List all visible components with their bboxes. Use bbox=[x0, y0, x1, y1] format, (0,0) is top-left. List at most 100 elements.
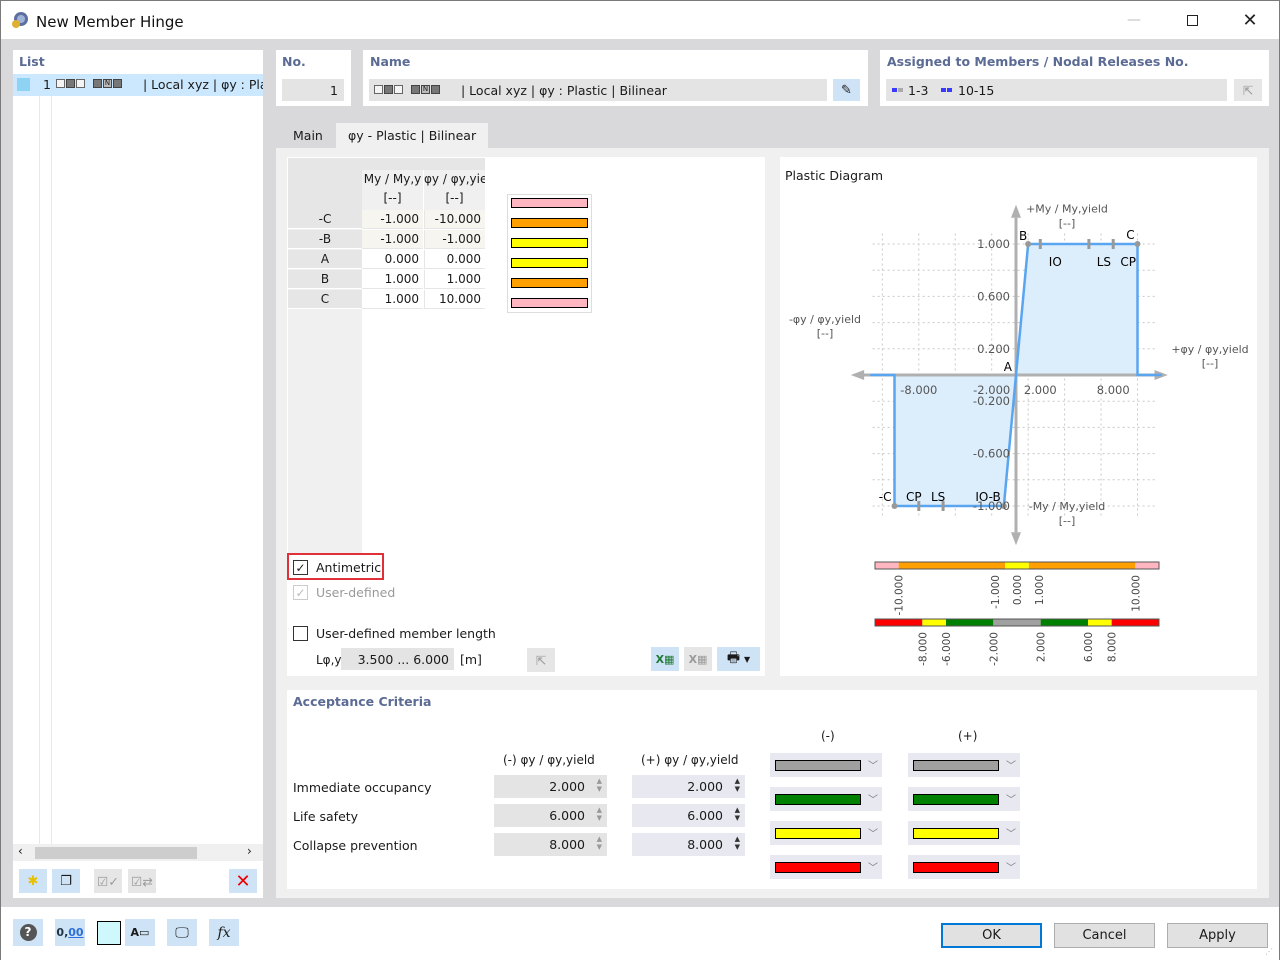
cell-rotation[interactable]: -10.000 bbox=[424, 210, 485, 229]
color-neg-dropdown[interactable]: ﹀ bbox=[770, 787, 882, 811]
criterion-neg-spinner[interactable]: 8.000 ▲ ▼ bbox=[494, 833, 607, 856]
color-pos-dropdown[interactable]: ﹀ bbox=[908, 821, 1020, 845]
chevron-down-icon: ﹀ bbox=[868, 829, 878, 840]
cell-moment[interactable]: -1.000 bbox=[362, 230, 423, 249]
x-axis-unit-neg: [--] bbox=[817, 327, 834, 340]
title-bar: New Member Hinge — ✕ bbox=[1, 1, 1279, 39]
help-button[interactable]: ? bbox=[13, 919, 43, 946]
row-header[interactable]: -B bbox=[288, 230, 362, 249]
row-header[interactable]: A bbox=[288, 250, 362, 269]
col-neg-header: (-) φy / φy,yield bbox=[503, 753, 595, 767]
cell-moment[interactable]: 1.000 bbox=[362, 270, 423, 289]
assigned-members-field[interactable]: 1-3 10-15 bbox=[886, 79, 1227, 101]
length-field[interactable]: 3.500 ... 6.000 bbox=[341, 648, 454, 670]
color-pos-dropdown[interactable]: ﹀ bbox=[908, 753, 1020, 777]
scrollbar-thumb[interactable] bbox=[35, 847, 197, 859]
chevron-down-icon: ﹀ bbox=[868, 795, 878, 806]
view-button[interactable]: 🖵 bbox=[167, 919, 197, 946]
cell-rotation[interactable]: 1.000 bbox=[424, 270, 485, 289]
criterion-neg-spinner[interactable]: 2.000 ▲ ▼ bbox=[494, 775, 607, 798]
length-unit: [m] bbox=[460, 652, 482, 667]
spinner-value: 8.000 bbox=[687, 837, 723, 852]
y-tick-label: 0.200 bbox=[977, 342, 1010, 356]
cell-rotation[interactable]: 0.000 bbox=[424, 250, 485, 269]
scroll-right-icon[interactable]: › bbox=[247, 844, 252, 858]
cell-rotation[interactable]: -1.000 bbox=[424, 230, 485, 249]
name-field[interactable]: N | Local xyz | φy : Plastic | Bilinear bbox=[369, 79, 827, 101]
maximize-button[interactable] bbox=[1163, 1, 1221, 39]
invert-check-icon: ☑⇄ bbox=[131, 873, 153, 889]
cell-moment[interactable]: 1.000 bbox=[362, 290, 423, 309]
member-length-checkbox[interactable] bbox=[293, 626, 308, 641]
color-pos-dropdown[interactable]: ﹀ bbox=[908, 855, 1020, 879]
invert-selection-button[interactable]: ☑⇄ bbox=[128, 869, 156, 893]
check-all-icon: ☑✓ bbox=[97, 873, 119, 889]
cell-rotation[interactable]: 10.000 bbox=[424, 290, 485, 309]
export-excel-button[interactable]: X▦ bbox=[651, 647, 679, 671]
assigned-entry: 1-3 bbox=[908, 83, 929, 98]
list-item[interactable]: 1 N | Local xyz | φy : Plast bbox=[13, 74, 263, 96]
horizontal-scrollbar[interactable]: ‹ › bbox=[13, 844, 263, 861]
row-header[interactable]: -C bbox=[288, 210, 362, 229]
row-header[interactable]: C bbox=[288, 290, 362, 309]
color-pos-dropdown[interactable]: ﹀ bbox=[908, 787, 1020, 811]
color-neg-dropdown[interactable]: ﹀ bbox=[770, 821, 882, 845]
cell-moment[interactable]: 0.000 bbox=[362, 250, 423, 269]
import-excel-button[interactable]: X▦ bbox=[684, 647, 712, 671]
criterion-label: IO bbox=[1049, 255, 1062, 269]
spinner-arrows-icon[interactable]: ▲ ▼ bbox=[735, 777, 740, 793]
criterion-label: Life safety bbox=[293, 809, 359, 824]
column-header-moment[interactable]: My / My,y [--] bbox=[362, 170, 423, 210]
pick-cursor-icon: ⇱ bbox=[535, 652, 547, 668]
criterion-neg-spinner[interactable]: 6.000 ▲ ▼ bbox=[494, 804, 607, 827]
units-button[interactable]: 0,00 bbox=[55, 919, 85, 946]
edit-name-button[interactable]: ✎ bbox=[833, 79, 860, 101]
antimetric-checkbox[interactable]: ✓ bbox=[293, 560, 308, 575]
minimize-button[interactable]: — bbox=[1105, 1, 1163, 39]
criterion-pos-spinner[interactable]: 8.000 ▲ ▼ bbox=[632, 833, 745, 856]
formula-button[interactable]: fx bbox=[209, 919, 239, 946]
apply-button[interactable]: Apply bbox=[1167, 923, 1268, 948]
spinner-arrows-icon[interactable]: ▲ ▼ bbox=[597, 806, 602, 822]
print-button[interactable]: 🖶 ▼ bbox=[717, 647, 760, 671]
criterion-pos-spinner[interactable]: 6.000 ▲ ▼ bbox=[632, 804, 745, 827]
release-symbols-icon: N bbox=[56, 79, 122, 88]
monitor-icon: 🖵 bbox=[175, 924, 189, 941]
top-legend-label: 10.000 bbox=[1130, 575, 1142, 612]
close-button[interactable]: ✕ bbox=[1221, 1, 1279, 39]
pick-length-button[interactable]: ⇱ bbox=[527, 648, 555, 672]
spinner-arrows-icon[interactable]: ▲ ▼ bbox=[735, 835, 740, 851]
segment-color-swatch bbox=[511, 258, 588, 268]
y-tick-label: 0.600 bbox=[977, 289, 1010, 303]
cell-moment[interactable]: -1.000 bbox=[362, 210, 423, 229]
help-icon: ? bbox=[19, 924, 37, 941]
pick-members-button[interactable]: ⇱ bbox=[1234, 79, 1262, 101]
minimize-icon: — bbox=[1127, 12, 1141, 28]
check-all-button[interactable]: ☑✓ bbox=[94, 869, 122, 893]
tab-main[interactable]: Main bbox=[281, 123, 335, 148]
color-button[interactable] bbox=[97, 921, 121, 945]
display-properties-button[interactable]: A▭ bbox=[125, 919, 155, 946]
color-neg-dropdown[interactable]: ﹀ bbox=[770, 753, 882, 777]
copy-item-button[interactable]: ❐ bbox=[52, 869, 80, 893]
delete-button[interactable]: ✕ bbox=[229, 869, 257, 893]
scroll-left-icon[interactable]: ‹ bbox=[18, 844, 23, 858]
user-defined-checkbox[interactable]: ✓ bbox=[293, 585, 308, 600]
new-item-button[interactable]: ✱ bbox=[19, 869, 47, 893]
bottom-legend-label: 6.000 bbox=[1083, 632, 1095, 662]
spinner-arrows-icon[interactable]: ▲ ▼ bbox=[597, 777, 602, 793]
number-field[interactable]: 1 bbox=[282, 79, 344, 101]
color-neg-dropdown[interactable]: ﹀ bbox=[770, 855, 882, 879]
resize-grip-icon[interactable]: ⋰ bbox=[1265, 947, 1273, 956]
tab-plastic-bilinear[interactable]: φy - Plastic | Bilinear bbox=[336, 123, 489, 148]
checkmark-icon: ✓ bbox=[295, 560, 306, 575]
y-axis-label-neg: -My / My,yield bbox=[1029, 500, 1106, 513]
criterion-label: LS bbox=[1097, 255, 1111, 269]
row-header[interactable]: B bbox=[288, 270, 362, 289]
criterion-pos-spinner[interactable]: 2.000 ▲ ▼ bbox=[632, 775, 745, 798]
column-header-rotation[interactable]: φy / φy,yie [--] bbox=[424, 170, 485, 210]
spinner-arrows-icon[interactable]: ▲ ▼ bbox=[597, 835, 602, 851]
ok-button[interactable]: OK bbox=[941, 923, 1042, 948]
spinner-arrows-icon[interactable]: ▲ ▼ bbox=[735, 806, 740, 822]
cancel-button[interactable]: Cancel bbox=[1054, 923, 1155, 948]
